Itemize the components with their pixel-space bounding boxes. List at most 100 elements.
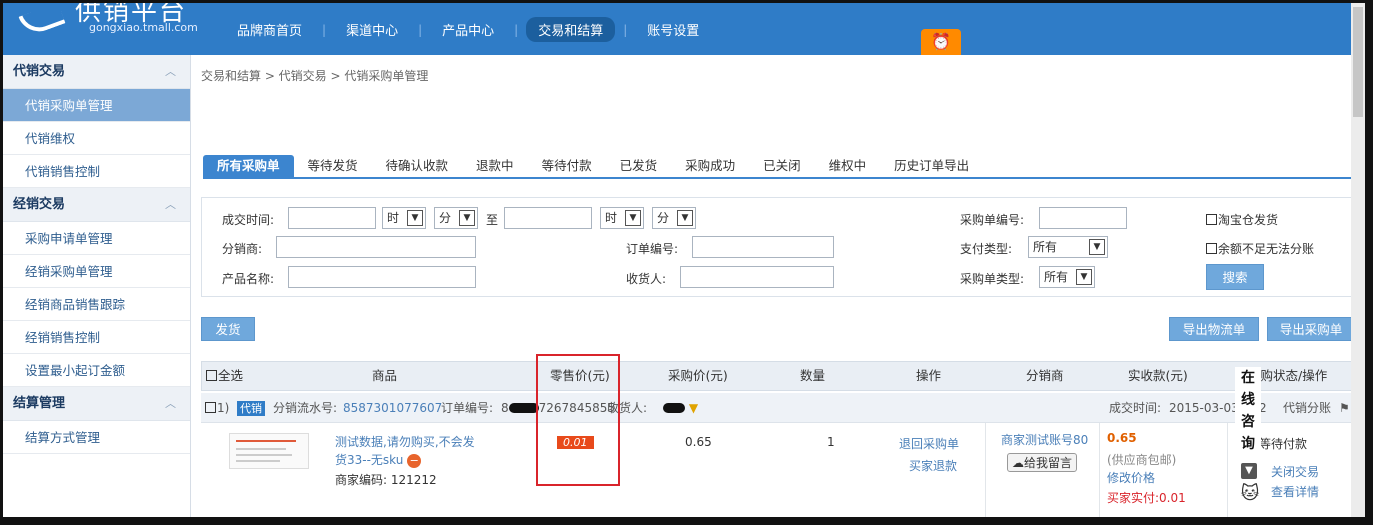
collapse-chevron-icon[interactable]: ︿	[165, 387, 176, 421]
logo-domain: gongxiao.tmall.com	[89, 21, 198, 34]
select-all-checkbox[interactable]: 全选	[206, 362, 243, 390]
collapse-down-icon[interactable]: ▼	[1241, 463, 1257, 479]
receiver-input[interactable]	[680, 266, 834, 288]
logo-mark-icon	[18, 3, 66, 38]
col-operation: 操作	[916, 368, 942, 383]
sidebar-item-settlement-method[interactable]: 结算方式管理	[3, 421, 190, 454]
sidebar-item-consign-purchase[interactable]: 代销采购单管理	[3, 89, 190, 122]
sidebar-section-settlement[interactable]: 结算管理 ︿	[3, 387, 190, 421]
purchase-price: 0.65	[685, 435, 712, 449]
sidebar-section-consign[interactable]: 代销交易 ︿	[3, 55, 190, 89]
collapse-chevron-icon[interactable]: ︿	[165, 55, 176, 89]
scrollbar-thumb[interactable]	[1353, 7, 1363, 117]
product-name-input[interactable]	[288, 266, 476, 288]
search-button[interactable]: 搜索	[1206, 264, 1264, 290]
online-consult-widget[interactable]: 在线咨询	[1235, 367, 1261, 455]
order-no-label: 订单编号:	[441, 401, 494, 415]
filter-funnel-icon[interactable]: ▼	[689, 401, 698, 415]
highlight-box	[536, 354, 620, 486]
taobao-ship-checkbox[interactable]: 淘宝仓发货	[1206, 211, 1278, 228]
tab-confirm-payment[interactable]: 待确认收款	[372, 155, 463, 177]
modify-price-link[interactable]: 修改价格	[1107, 469, 1155, 486]
merchant-code: 商家编码: 121212	[335, 473, 437, 487]
nav-account-settings[interactable]: 账号设置	[635, 17, 711, 42]
product-title-link[interactable]: 测试数据,请勿购买,不会发货33--无sku −	[335, 433, 475, 469]
tmall-cat-icon[interactable]: 🐱	[1235, 483, 1265, 513]
online-consult-text: 在线咨询	[1241, 370, 1255, 452]
sidebar-item-consign-rights[interactable]: 代销维权	[3, 122, 190, 155]
flag-icon[interactable]: ⚑	[1339, 393, 1350, 423]
nav-product-center[interactable]: 产品中心	[430, 17, 506, 42]
product-name-label: 产品名称:	[222, 272, 275, 286]
col-distributor: 分销商	[1026, 368, 1064, 383]
balance-split-checkbox[interactable]: 余额不足无法分账	[1206, 240, 1314, 257]
deal-time-start-input[interactable]	[288, 207, 376, 229]
sidebar-item-consign-sales-control[interactable]: 代销销售控制	[3, 155, 190, 188]
page-frame: 供销平台 gongxiao.tmall.com 品牌商首页 | 渠道中心 | 产…	[0, 0, 1373, 525]
tab-await-shipment[interactable]: 等待发货	[294, 155, 372, 177]
supplier-shipping-note: (供应商包邮)	[1107, 453, 1177, 467]
quantity: 1	[827, 435, 835, 449]
receiver-value: ▼	[663, 393, 698, 423]
vertical-scrollbar[interactable]	[1351, 3, 1365, 517]
order-checkbox[interactable]: 1)	[205, 393, 229, 423]
sidebar-section-distribution[interactable]: 经销交易 ︿	[3, 188, 190, 222]
collapse-chevron-icon[interactable]: ︿	[165, 188, 176, 222]
product-thumbnail[interactable]	[229, 433, 309, 469]
leave-message-button[interactable]: ☁给我留言	[1007, 453, 1078, 472]
distributor-link[interactable]: 商家测试账号80	[1001, 431, 1088, 448]
tab-success[interactable]: 采购成功	[671, 155, 749, 177]
ship-button[interactable]: 发货	[201, 317, 255, 341]
buyer-refund-link[interactable]: 买家退款	[909, 457, 957, 474]
tab-closed[interactable]: 已关闭	[749, 155, 815, 177]
chevron-down-icon: ▼	[677, 210, 693, 226]
tab-refunding[interactable]: 退款中	[462, 155, 528, 177]
sidebar-item-dist-purchase[interactable]: 经销采购单管理	[3, 255, 190, 288]
nav-channel-center[interactable]: 渠道中心	[334, 17, 410, 42]
to-label: 至	[486, 213, 499, 227]
order-no-input[interactable]	[692, 236, 834, 258]
tab-shipped[interactable]: 已发货	[606, 155, 672, 177]
top-bar: 供销平台 gongxiao.tmall.com 品牌商首页 | 渠道中心 | 产…	[3, 3, 1365, 55]
start-minute-select[interactable]: 分 ▼	[434, 207, 478, 229]
pay-type-label: 支付类型:	[960, 242, 1013, 256]
nav-trade-settlement[interactable]: 交易和结算	[526, 17, 616, 42]
purchase-type-select[interactable]: 所有 ▼	[1039, 266, 1095, 288]
buyer-paid: 买家实付:0.01	[1107, 491, 1186, 505]
pay-type-select[interactable]: 所有 ▼	[1028, 236, 1108, 258]
tab-await-payment[interactable]: 等待付款	[528, 155, 606, 177]
deal-time-label: 成交时间:	[222, 213, 275, 227]
col-received: 实收款(元)	[1128, 368, 1188, 383]
deal-time-end-input[interactable]	[504, 207, 592, 229]
purchase-no-input[interactable]	[1039, 207, 1127, 229]
export-purchase-button[interactable]: 导出采购单	[1267, 317, 1355, 341]
table-row: 测试数据,请勿购买,不会发货33--无sku − 商家编码: 121212 0.…	[201, 423, 1355, 517]
minus-circle-icon[interactable]: −	[407, 454, 422, 468]
distributor-input[interactable]	[276, 236, 476, 258]
alarm-clock-icon[interactable]: ⏰	[921, 29, 961, 55]
tab-all-orders[interactable]: 所有采购单	[203, 155, 294, 177]
order-no-label: 订单编号:	[626, 242, 679, 256]
close-deal-link[interactable]: 关闭交易	[1271, 463, 1319, 480]
tab-history-export[interactable]: 历史订单导出	[880, 155, 983, 177]
end-hour-select[interactable]: 时 ▼	[600, 207, 644, 229]
flow-no-link[interactable]: 8587301077607	[343, 393, 442, 423]
sidebar-item-min-order[interactable]: 设置最小起订金额	[3, 354, 190, 387]
col-quantity: 数量	[800, 368, 826, 383]
split-label: 代销分账	[1283, 401, 1332, 415]
order-info-bar: 1) 代销 分销流水号: 8587301077607 订单编号: 8 726784…	[201, 393, 1355, 423]
start-hour-select[interactable]: 时 ▼	[382, 207, 426, 229]
chat-bubble-icon: ☁	[1012, 456, 1024, 470]
view-detail-link[interactable]: 查看详情	[1271, 483, 1319, 500]
distributor-label: 分销商:	[222, 242, 263, 256]
end-minute-select[interactable]: 分 ▼	[652, 207, 696, 229]
return-purchase-link[interactable]: 退回采购单	[899, 435, 959, 452]
col-product: 商品	[372, 368, 398, 383]
nav-brand-home[interactable]: 品牌商首页	[225, 17, 314, 42]
chevron-down-icon: ▼	[625, 210, 641, 226]
sidebar-item-dist-sales-tracking[interactable]: 经销商品销售跟踪	[3, 288, 190, 321]
sidebar-item-dist-sales-control[interactable]: 经销销售控制	[3, 321, 190, 354]
tab-rights[interactable]: 维权中	[815, 155, 881, 177]
sidebar-item-purchase-request[interactable]: 采购申请单管理	[3, 222, 190, 255]
export-logistics-button[interactable]: 导出物流单	[1169, 317, 1259, 341]
